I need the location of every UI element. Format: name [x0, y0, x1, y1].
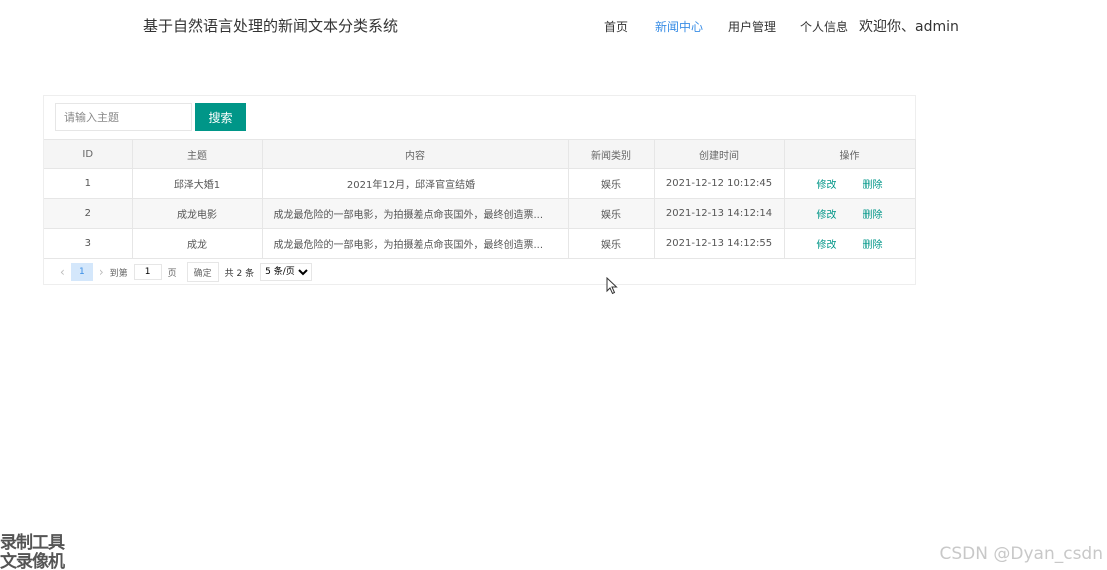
column-header-id: ID — [44, 139, 133, 169]
recorder-logo-line2: 文录像机 — [0, 552, 65, 570]
table-row: 2 成龙电影 成龙最危险的一部电影，为拍摄差点命丧国外，最终创造票... 娱乐 … — [44, 198, 916, 229]
cell-content: 成龙最危险的一部电影，为拍摄差点命丧国外，最终创造票... — [262, 198, 569, 229]
page-number-current[interactable]: 1 — [70, 263, 93, 281]
column-header-created: 创建时间 — [654, 139, 785, 169]
search-input[interactable] — [55, 103, 192, 131]
goto-suffix-label: 页 — [167, 268, 177, 279]
table-row: 3 成龙 成龙最危险的一部电影，为拍摄差点命丧国外，最终创造票... 娱乐 20… — [44, 228, 916, 259]
column-header-category: 新闻类别 — [568, 139, 655, 169]
next-page-icon[interactable]: › — [99, 265, 104, 279]
cell-actions: 修改 删除 — [784, 168, 916, 199]
page: 基于自然语言处理的新闻文本分类系统 首页 新闻中心 用户管理 个人信息 欢迎你、… — [0, 0, 1107, 570]
cell-id: 2 — [44, 198, 133, 229]
goto-page-input[interactable] — [133, 264, 162, 280]
delete-link[interactable]: 删除 — [863, 236, 883, 251]
nav-news-center[interactable]: 新闻中心 — [655, 18, 703, 35]
app-title: 基于自然语言处理的新闻文本分类系统 — [143, 17, 399, 35]
csdn-watermark: CSDN @Dyan_csdn — [939, 544, 1103, 564]
column-header-actions: 操作 — [784, 139, 916, 169]
cell-id: 3 — [44, 228, 133, 259]
prev-page-icon[interactable]: ‹ — [60, 265, 65, 279]
table-row: 1 邱泽大婚1 2021年12月，邱泽官宣结婚 娱乐 2021-12-12 10… — [44, 168, 916, 199]
cell-category: 娱乐 — [568, 228, 655, 259]
news-table: ID 主题 内容 新闻类别 创建时间 操作 1 邱泽大婚1 2021年12月，邱… — [44, 139, 916, 259]
goto-confirm-button[interactable]: 确定 — [186, 262, 219, 282]
search-button[interactable]: 搜索 — [195, 103, 246, 131]
news-panel: 搜索 ID 主题 内容 新闻类别 创建时间 操作 — [43, 95, 916, 285]
cell-content: 2021年12月，邱泽官宣结婚 — [262, 168, 569, 199]
cell-title: 成龙 — [132, 228, 263, 259]
recorder-logo-line1: 录制工具 — [0, 533, 65, 553]
column-header-content: 内容 — [262, 139, 569, 169]
cell-created: 2021-12-13 14:12:14 — [654, 198, 785, 229]
recorder-logo: 录制工具 文录像机 — [0, 533, 65, 570]
total-count: 共 2 条 — [224, 268, 255, 279]
cell-category: 娱乐 — [568, 198, 655, 229]
welcome-text: 欢迎你、admin — [859, 19, 959, 35]
cell-category: 娱乐 — [568, 168, 655, 199]
nav-profile[interactable]: 个人信息 — [800, 18, 848, 35]
cell-content: 成龙最危险的一部电影，为拍摄差点命丧国外，最终创造票... — [262, 228, 569, 259]
cell-created: 2021-12-13 14:12:55 — [654, 228, 785, 259]
cell-title: 邱泽大婚1 — [132, 168, 263, 199]
table-header-row: ID 主题 内容 新闻类别 创建时间 操作 — [44, 139, 916, 169]
delete-link[interactable]: 删除 — [863, 206, 883, 221]
cell-actions: 修改 删除 — [784, 228, 916, 259]
delete-link[interactable]: 删除 — [863, 176, 883, 191]
nav-home[interactable]: 首页 — [604, 18, 628, 35]
cell-created: 2021-12-12 10:12:45 — [654, 168, 785, 199]
page-size-select[interactable]: 5 条/页 — [260, 263, 313, 281]
edit-link[interactable]: 修改 — [817, 176, 837, 191]
nav-user-management[interactable]: 用户管理 — [728, 18, 776, 35]
cell-actions: 修改 删除 — [784, 198, 916, 229]
cell-title: 成龙电影 — [132, 198, 263, 229]
mouse-cursor-icon — [606, 277, 618, 295]
edit-link[interactable]: 修改 — [817, 206, 837, 221]
goto-prefix-label: 到第 — [109, 268, 128, 279]
pagination: ‹ 1 › 到第 页 确定 共 2 条 5 条/页 — [54, 262, 313, 282]
edit-link[interactable]: 修改 — [817, 236, 837, 251]
cell-id: 1 — [44, 168, 133, 199]
column-header-title: 主题 — [132, 139, 263, 169]
